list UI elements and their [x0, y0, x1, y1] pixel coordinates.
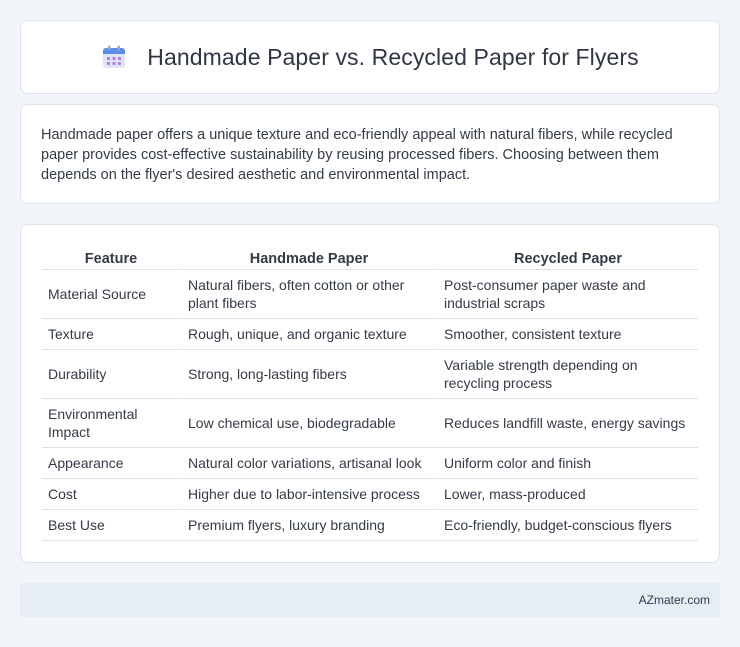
table-row: Texture Rough, unique, and organic textu… [42, 319, 698, 350]
header-feature: Feature [42, 245, 180, 270]
header-handmade: Handmade Paper [180, 245, 436, 270]
feature-cell: Material Source [42, 270, 180, 319]
handmade-cell: Higher due to labor-intensive process [180, 479, 436, 510]
table-card: Feature Handmade Paper Recycled Paper Ma… [20, 224, 720, 563]
comparison-table: Feature Handmade Paper Recycled Paper Ma… [42, 245, 698, 541]
recycled-cell: Uniform color and finish [436, 448, 698, 479]
feature-cell: Best Use [42, 510, 180, 541]
recycled-cell: Lower, mass-produced [436, 479, 698, 510]
feature-cell: Appearance [42, 448, 180, 479]
feature-cell: Environmental Impact [42, 399, 180, 448]
table-row: Cost Higher due to labor-intensive proce… [42, 479, 698, 510]
footer-site-label: AZmater.com [638, 593, 710, 607]
handmade-cell: Premium flyers, luxury branding [180, 510, 436, 541]
recycled-cell: Smoother, consistent texture [436, 319, 698, 350]
recycled-cell: Variable strength depending on recycling… [436, 350, 698, 399]
page: Handmade Paper vs. Recycled Paper for Fl… [0, 0, 740, 647]
table-row: Durability Strong, long-lasting fibers V… [42, 350, 698, 399]
calendar-icon [103, 45, 126, 68]
table-row: Appearance Natural color variations, art… [42, 448, 698, 479]
table-row: Material Source Natural fibers, often co… [42, 270, 698, 319]
summary-text: Handmade paper offers a unique texture a… [41, 127, 673, 183]
summary-card: Handmade paper offers a unique texture a… [20, 104, 720, 204]
header-recycled: Recycled Paper [436, 245, 698, 270]
footer: AZmater.com [20, 583, 720, 617]
handmade-cell: Strong, long-lasting fibers [180, 350, 436, 399]
table-header-row: Feature Handmade Paper Recycled Paper [42, 245, 698, 270]
recycled-cell: Reduces landfill waste, energy savings [436, 399, 698, 448]
page-title: Handmade Paper vs. Recycled Paper for Fl… [147, 43, 639, 70]
feature-cell: Texture [42, 319, 180, 350]
handmade-cell: Low chemical use, biodegradable [180, 399, 436, 448]
handmade-cell: Natural fibers, often cotton or other pl… [180, 270, 436, 319]
handmade-cell: Natural color variations, artisanal look [180, 448, 436, 479]
title-wrap: Handmade Paper vs. Recycled Paper for Fl… [101, 43, 639, 71]
handmade-cell: Rough, unique, and organic texture [180, 319, 436, 350]
table-row: Best Use Premium flyers, luxury branding… [42, 510, 698, 541]
feature-cell: Durability [42, 350, 180, 399]
title-card: Handmade Paper vs. Recycled Paper for Fl… [20, 20, 720, 94]
recycled-cell: Post-consumer paper waste and industrial… [436, 270, 698, 319]
feature-cell: Cost [42, 479, 180, 510]
table-row: Environmental Impact Low chemical use, b… [42, 399, 698, 448]
recycled-cell: Eco-friendly, budget-conscious flyers [436, 510, 698, 541]
